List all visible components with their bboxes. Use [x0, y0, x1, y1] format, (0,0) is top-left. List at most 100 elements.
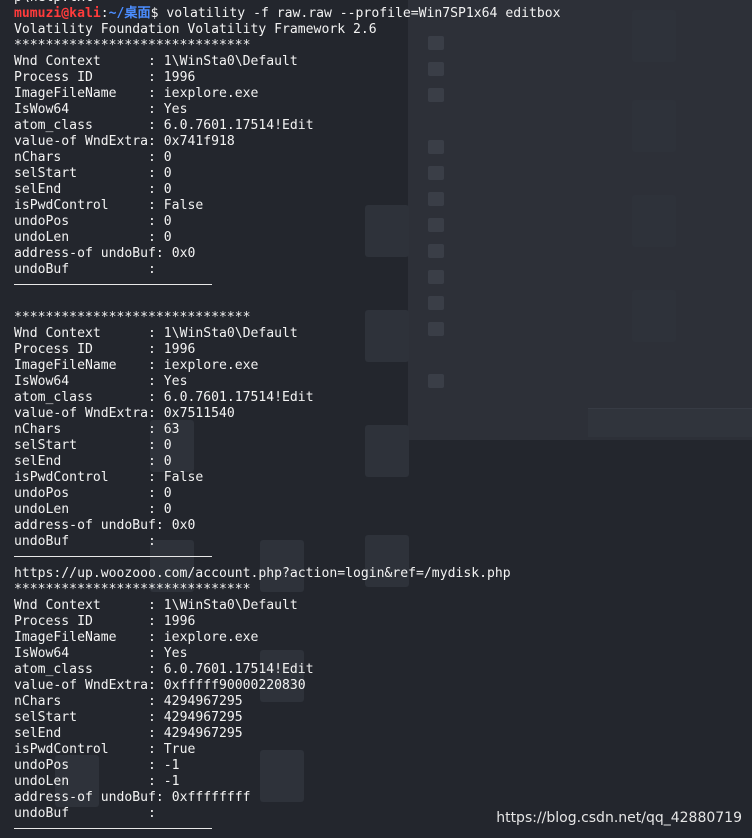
field-colon: :	[148, 102, 164, 117]
field-key: selStart	[14, 710, 149, 725]
record-field: undoLen : 0	[14, 502, 752, 518]
editbox-text-line: https://up.woozooo.com/account.php?actio…	[14, 566, 511, 581]
field-colon: :	[148, 662, 164, 677]
record-field: selEnd : 0	[14, 454, 752, 470]
record-field: undoPos : 0	[14, 486, 752, 502]
field-key: value-of WndExtra	[14, 678, 149, 693]
field-colon: :	[148, 710, 164, 725]
field-colon: :	[148, 502, 164, 517]
record-field: isPwdControl : False	[14, 198, 752, 214]
field-key: Wnd Context	[14, 54, 149, 69]
record-field: selEnd : 0	[14, 182, 752, 198]
field-colon: :	[148, 630, 164, 645]
record-field: Wnd Context : 1\WinSta0\Default	[14, 598, 752, 614]
underline-separator	[14, 828, 212, 829]
field-key: address-of undoBuf	[14, 518, 156, 533]
field-value: 0xfffff90000220830	[163, 678, 306, 693]
field-colon: :	[148, 646, 164, 661]
stars-separator: ******************************	[14, 310, 251, 325]
record-field: Process ID : 1996	[14, 614, 752, 630]
field-key: IsWow64	[14, 374, 149, 389]
field-colon: :	[148, 614, 164, 629]
field-colon: :	[148, 166, 164, 181]
field-value: 6.0.7601.17514!Edit	[163, 118, 314, 133]
record-field: selEnd : 4294967295	[14, 726, 752, 742]
field-key: nChars	[14, 694, 149, 709]
field-colon: :	[148, 598, 164, 613]
field-value: -1	[163, 774, 180, 789]
field-value: 0x741f918	[163, 134, 235, 149]
field-colon: :	[148, 150, 164, 165]
field-key: Wnd Context	[14, 326, 149, 341]
prompt-user-host: mumuzi@kali	[14, 6, 101, 21]
record-field: undoPos : 0	[14, 214, 752, 230]
record-field: IsWow64 : Yes	[14, 102, 752, 118]
field-key: Process ID	[14, 614, 149, 629]
record-field: atom_class : 6.0.7601.17514!Edit	[14, 390, 752, 406]
field-colon: :	[148, 390, 164, 405]
field-key: undoBuf	[14, 806, 149, 821]
field-colon: :	[155, 790, 172, 805]
record-field: ImageFileName : iexplore.exe	[14, 358, 752, 374]
field-value: False	[163, 198, 204, 213]
field-colon: :	[148, 742, 164, 757]
field-value: 0	[163, 166, 172, 181]
field-key: IsWow64	[14, 102, 149, 117]
field-colon: :	[148, 470, 164, 485]
field-colon: :	[148, 86, 164, 101]
record-field: IsWow64 : Yes	[14, 374, 752, 390]
terminal-output[interactable]: p\help.txtmumuzi@kali:~/桌面$ volatility -…	[0, 0, 752, 838]
record-field: Wnd Context : 1\WinSta0\Default	[14, 326, 752, 342]
record-field: Wnd Context : 1\WinSta0\Default	[14, 54, 752, 70]
field-value: 0	[163, 150, 172, 165]
field-value: 0xffffffff	[171, 790, 251, 805]
field-value: 0	[163, 454, 172, 469]
record-field: Process ID : 1996	[14, 70, 752, 86]
field-value: -1	[163, 758, 180, 773]
field-key: undoLen	[14, 774, 149, 789]
field-colon: :	[148, 534, 164, 549]
prompt-line: mumuzi@kali:~/桌面$ volatility -f raw.raw …	[14, 6, 752, 22]
field-value: 0	[163, 182, 172, 197]
field-value: 0	[163, 486, 172, 501]
record-field: value-of WndExtra: 0xfffff90000220830	[14, 678, 752, 694]
record-field: IsWow64 : Yes	[14, 646, 752, 662]
record-field: isPwdControl : True	[14, 742, 752, 758]
field-key: atom_class	[14, 118, 149, 133]
field-value: Yes	[163, 102, 188, 117]
field-value: True	[163, 742, 196, 757]
field-value: 6.0.7601.17514!Edit	[163, 662, 314, 677]
field-key: value-of WndExtra	[14, 406, 149, 421]
volatility-banner: Volatility Foundation Volatility Framewo…	[14, 22, 377, 37]
field-value: 6.0.7601.17514!Edit	[163, 390, 314, 405]
watermark: https://blog.csdn.net/qq_42880719	[496, 810, 742, 826]
record-field: address-of undoBuf: 0xffffffff	[14, 790, 752, 806]
field-key: undoBuf	[14, 262, 149, 277]
field-key: address-of undoBuf	[14, 246, 156, 261]
field-colon: :	[148, 214, 164, 229]
field-value: 1\WinSta0\Default	[163, 54, 298, 69]
field-key: Wnd Context	[14, 598, 149, 613]
field-key: Process ID	[14, 70, 149, 85]
field-key: selEnd	[14, 182, 149, 197]
field-colon: :	[148, 342, 164, 357]
field-colon: :	[148, 198, 164, 213]
record-field: value-of WndExtra: 0x741f918	[14, 134, 752, 150]
field-key: isPwdControl	[14, 742, 149, 757]
field-key: undoLen	[14, 502, 149, 517]
field-key: undoPos	[14, 758, 149, 773]
field-value: iexplore.exe	[163, 358, 259, 373]
command-text: volatility -f raw.raw --profile=Win7SP1x…	[158, 6, 561, 21]
record-field: isPwdControl : False	[14, 470, 752, 486]
record-field: nChars : 0	[14, 150, 752, 166]
record-field: ImageFileName : iexplore.exe	[14, 86, 752, 102]
field-key: Process ID	[14, 342, 149, 357]
field-value: 0	[163, 502, 172, 517]
field-colon: :	[148, 326, 164, 341]
field-key: atom_class	[14, 390, 149, 405]
field-key: isPwdControl	[14, 198, 149, 213]
field-colon: :	[148, 486, 164, 501]
record-field: undoLen : -1	[14, 774, 752, 790]
field-value: 0	[163, 438, 172, 453]
